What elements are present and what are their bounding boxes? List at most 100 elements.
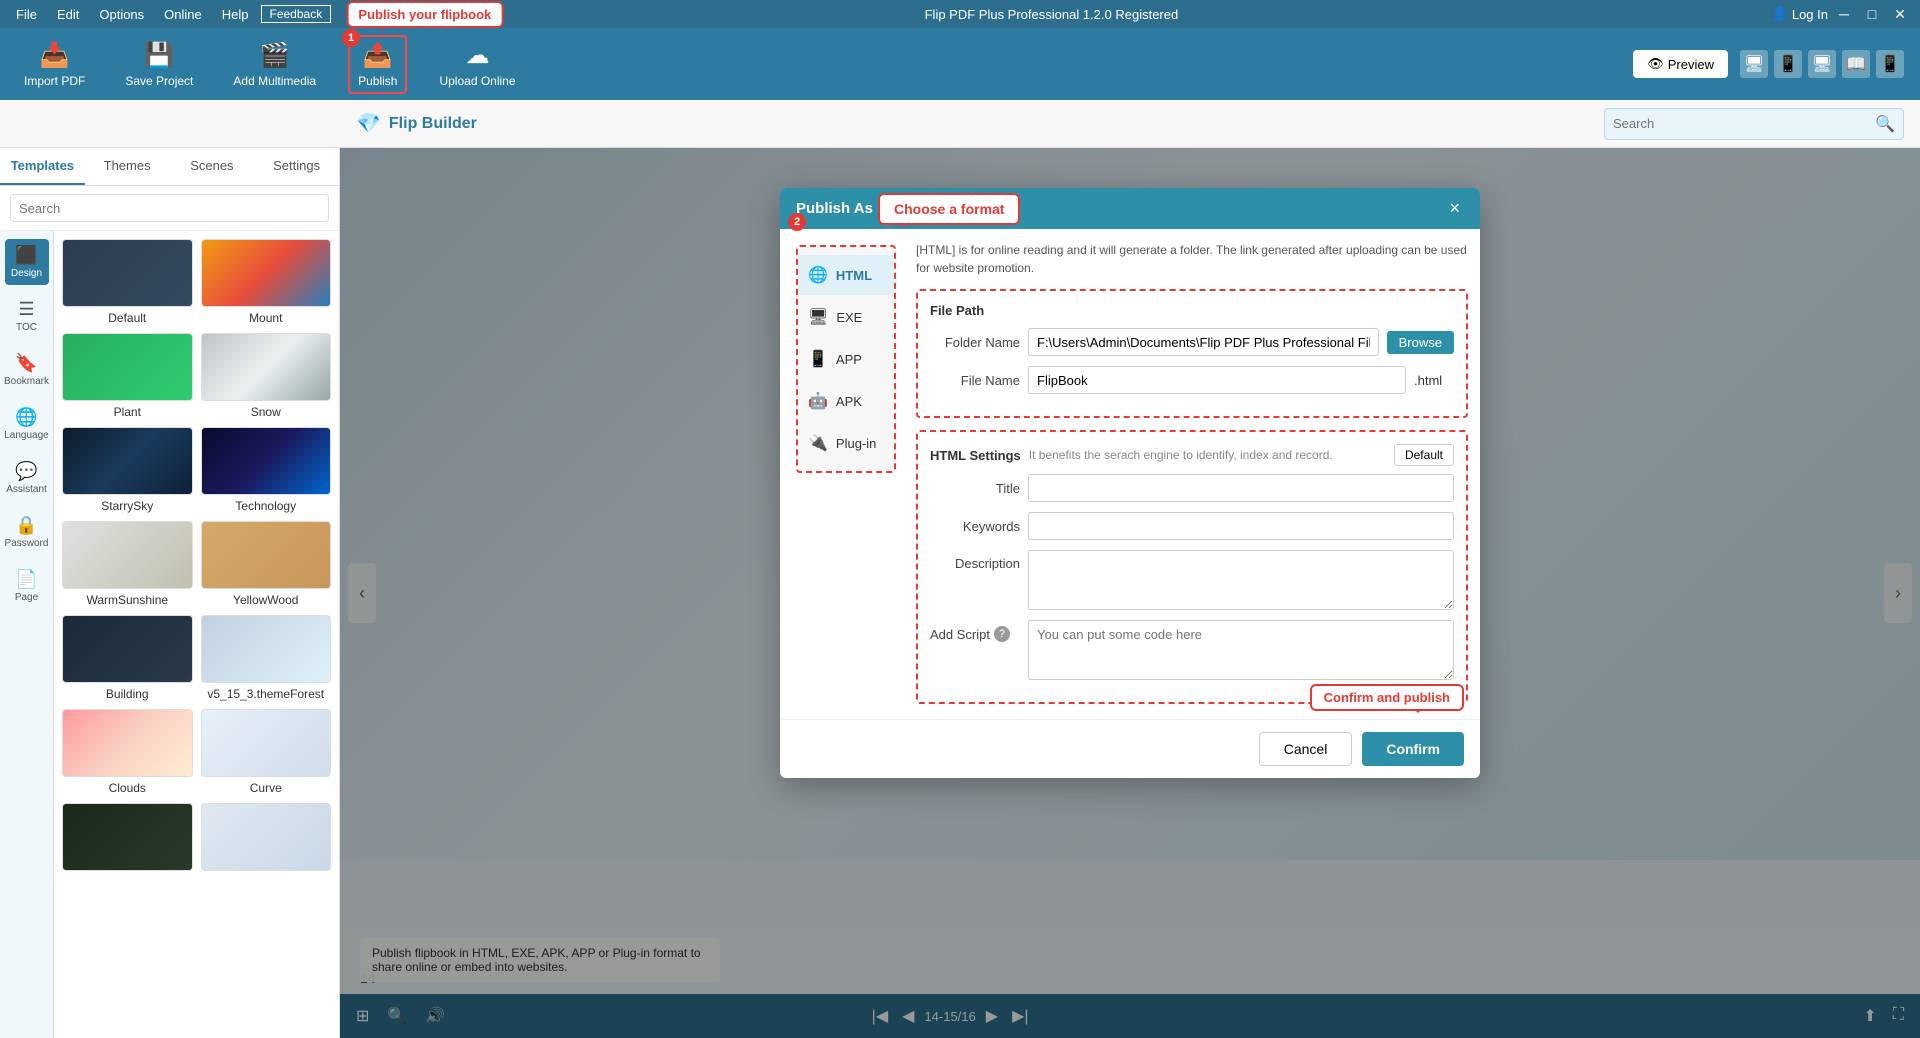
sidebar-item-page[interactable]: 📄 Page — [5, 563, 49, 609]
sidebar-item-design[interactable]: ⬛ Design — [5, 239, 49, 285]
close-button[interactable]: ✕ — [1888, 4, 1912, 24]
sub-nav: 💎 Flip Builder 🔍 — [0, 100, 1920, 148]
sidebar-item-assistant[interactable]: 💬 Assistant — [5, 455, 49, 501]
menu-online[interactable]: Online — [156, 5, 210, 24]
add-script-textarea[interactable] — [1028, 620, 1454, 680]
sidebar-item-language[interactable]: 🌐 Language — [5, 401, 49, 447]
file-name-row: File Name .html — [930, 366, 1454, 394]
search-icon: 🔍 — [1875, 114, 1895, 134]
list-item[interactable]: Snow — [201, 333, 332, 419]
list-item[interactable]: Mount — [201, 239, 332, 325]
sidebar-content: ⬛ Design ☰ TOC 🔖 Bookmark 🌐 Language 💬 — [0, 231, 339, 1038]
list-item[interactable]: YellowWood — [201, 521, 332, 607]
feedback-button[interactable]: Feedback — [261, 5, 332, 23]
tab-scenes[interactable]: Scenes — [170, 148, 255, 185]
browse-button[interactable]: Browse — [1387, 331, 1454, 354]
title-label: Title — [930, 481, 1020, 496]
list-item[interactable]: Default — [62, 239, 193, 325]
list-item[interactable]: Clouds — [62, 709, 193, 795]
flip-builder-logo: 💎 Flip Builder — [340, 111, 493, 136]
template-name: Building — [62, 687, 193, 701]
tab-themes[interactable]: Themes — [85, 148, 170, 185]
upload-icon: ☁ — [466, 41, 490, 70]
title-row: Title — [930, 474, 1454, 502]
search-input[interactable] — [1613, 116, 1875, 131]
html-settings-section: HTML Settings It benefits the serach eng… — [916, 430, 1468, 704]
list-item[interactable]: WarmSunshine — [62, 521, 193, 607]
tablet-view-icon[interactable]: 📱 — [1774, 50, 1802, 78]
maximize-button[interactable]: □ — [1860, 4, 1884, 24]
view-icons: 🖥 📱 🖥 📖 📱 — [1740, 50, 1904, 78]
menu-options[interactable]: Options — [91, 5, 152, 24]
keywords-row: Keywords — [930, 512, 1454, 540]
modal-close-button[interactable]: × — [1445, 198, 1464, 219]
toc-icon: ☰ — [18, 299, 34, 320]
sidebar-search-area — [0, 186, 339, 231]
bookmark-icon: 🔖 — [15, 353, 37, 374]
file-name-input[interactable] — [1028, 366, 1406, 394]
template-name: Clouds — [62, 781, 193, 795]
list-item[interactable]: v5_15_3.themeForest — [201, 615, 332, 701]
title-input[interactable] — [1028, 474, 1454, 502]
format-html[interactable]: 🌐 HTML — [798, 255, 894, 295]
search-bar[interactable]: 🔍 — [1604, 108, 1904, 140]
menu-edit[interactable]: Edit — [49, 5, 87, 24]
html-icon: 🌐 — [808, 265, 828, 285]
template-thumb — [62, 427, 193, 495]
publish-modal: Publish As × 2 Choose a format 🌐 HTML — [780, 188, 1480, 778]
format-apk[interactable]: 🤖 APK — [798, 381, 894, 421]
format-plugin[interactable]: 🔌 Plug-in — [798, 423, 894, 463]
help-icon[interactable]: ? — [994, 626, 1010, 642]
default-button[interactable]: Default — [1394, 444, 1454, 466]
template-thumb — [62, 333, 193, 401]
widescreen-view-icon[interactable]: 🖥 — [1808, 50, 1836, 78]
publish-icon: 📤 — [363, 41, 393, 70]
sidebar-item-password[interactable]: 🔒 Password — [5, 509, 49, 555]
add-multimedia-button[interactable]: 🎬 Add Multimedia — [225, 37, 324, 92]
list-item[interactable]: Building — [62, 615, 193, 701]
confirm-button[interactable]: Confirm — [1362, 732, 1464, 766]
save-project-button[interactable]: 💾 Save Project — [117, 37, 201, 92]
preview-button[interactable]: 👁 Preview — [1633, 50, 1728, 78]
template-name: v5_15_3.themeForest — [201, 687, 332, 701]
language-icon: 🌐 — [15, 407, 37, 428]
monitor-view-icon[interactable]: 🖥 — [1740, 50, 1768, 78]
content-area: ‹ › 14 Publish flipbook in HTML, EXE, AP… — [340, 148, 1920, 1038]
list-item[interactable]: StarrySky — [62, 427, 193, 513]
book-view-icon[interactable]: 📖 — [1842, 50, 1870, 78]
sidebar-item-toc[interactable]: ☰ TOC — [5, 293, 49, 339]
modal-title: Publish As — [796, 200, 873, 217]
apk-icon: 🤖 — [808, 391, 828, 411]
plugin-icon: 🔌 — [808, 433, 828, 453]
login-button[interactable]: 👤 Log In — [1772, 6, 1828, 22]
folder-name-row: Folder Name Browse — [930, 328, 1454, 356]
publish-button[interactable]: 1 Publish your flipbook 📤 Publish — [348, 35, 407, 94]
file-path-section: File Path Folder Name Browse File Name .… — [916, 289, 1468, 418]
tab-templates[interactable]: Templates — [0, 148, 85, 185]
minimize-button[interactable]: ─ — [1832, 4, 1856, 24]
design-icon: ⬛ — [15, 245, 37, 266]
list-item[interactable] — [62, 803, 193, 875]
tab-settings[interactable]: Settings — [254, 148, 339, 185]
file-extension: .html — [1414, 373, 1454, 388]
menu-file[interactable]: File — [8, 5, 45, 24]
keywords-input[interactable] — [1028, 512, 1454, 540]
list-item[interactable]: Plant — [62, 333, 193, 419]
list-item[interactable] — [201, 803, 332, 875]
menu-help[interactable]: Help — [214, 5, 257, 24]
cancel-button[interactable]: Cancel — [1259, 732, 1353, 766]
import-pdf-button[interactable]: 📥 Import PDF — [16, 37, 93, 92]
upload-online-button[interactable]: ☁ Upload Online — [431, 37, 523, 92]
template-thumb — [62, 709, 193, 777]
list-item[interactable]: Technology — [201, 427, 332, 513]
format-app[interactable]: 📱 APP — [798, 339, 894, 379]
sidebar-item-bookmark[interactable]: 🔖 Bookmark — [5, 347, 49, 393]
html-settings-title: HTML Settings — [930, 448, 1021, 463]
list-item[interactable]: Curve — [201, 709, 332, 795]
toolbar: 📥 Import PDF 💾 Save Project 🎬 Add Multim… — [0, 28, 1920, 100]
mobile-view-icon[interactable]: 📱 — [1876, 50, 1904, 78]
sidebar-search-input[interactable] — [10, 194, 329, 222]
folder-name-input[interactable] — [1028, 328, 1379, 356]
description-textarea[interactable] — [1028, 550, 1454, 610]
format-exe[interactable]: 🖥 EXE — [798, 297, 894, 337]
